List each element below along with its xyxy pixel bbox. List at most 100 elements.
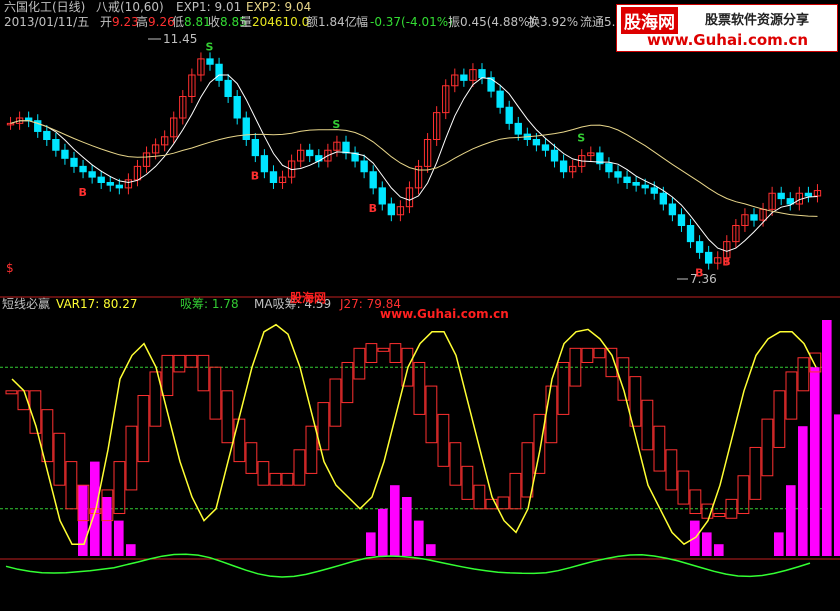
- ma-short-line: [10, 74, 818, 252]
- histogram-bar: [714, 544, 724, 556]
- candle-body: [251, 139, 260, 157]
- close-label: 收: [208, 15, 220, 29]
- candle-body: [206, 58, 214, 65]
- j27-box: [113, 461, 126, 515]
- j27-box: [749, 446, 762, 500]
- candle-body: [614, 171, 622, 178]
- buy-signal: B: [251, 170, 259, 183]
- histogram-bar: [126, 544, 136, 556]
- j27-box: [581, 347, 594, 363]
- j27-box: [5, 390, 18, 395]
- j27-box: [413, 361, 426, 415]
- j27-box: [329, 378, 342, 427]
- amplitude-value: 振0.45(4.88%): [448, 15, 534, 29]
- buy-signal: B: [79, 186, 87, 199]
- histogram-bar: [786, 485, 796, 556]
- j27-box: [797, 357, 810, 392]
- candle-body: [659, 192, 668, 205]
- candle-body: [61, 149, 69, 159]
- j27-box: [173, 354, 186, 373]
- j27-box: [461, 465, 474, 500]
- buy-signal: B: [722, 256, 730, 269]
- j27-box: [65, 461, 78, 510]
- candle-body: [677, 214, 686, 226]
- j27-box: [365, 343, 378, 363]
- j27-box: [437, 413, 450, 467]
- candle-body: [686, 225, 695, 243]
- exp1-value: EXP1: 9.01: [176, 0, 241, 14]
- bottom-oscillator: [5, 553, 811, 578]
- watermark-url: www.Guhai.com.cn: [380, 307, 509, 321]
- candle-body: [641, 184, 649, 189]
- dollar-marker: $: [6, 261, 14, 275]
- open-value: 9.23: [112, 15, 139, 29]
- quote-bar: 2013/01/11/五 开 9.23 高 9.26 低 8.81 收 8.85…: [4, 14, 623, 29]
- j27-box: [545, 385, 558, 444]
- histogram-bar: [810, 367, 820, 556]
- j27-box: [137, 395, 150, 463]
- j27-box: [245, 442, 258, 474]
- candle-body: [559, 160, 568, 173]
- histogram-bar: [426, 544, 436, 556]
- candle-body: [532, 139, 541, 146]
- histogram-bar: [402, 497, 412, 556]
- candle-body: [115, 184, 124, 189]
- open-label: 开: [100, 15, 112, 29]
- high-marker: 11.45: [163, 32, 197, 46]
- j27-box: [377, 347, 390, 352]
- indicator-panel: [0, 320, 840, 578]
- j27-box: [197, 354, 210, 392]
- candle-body: [541, 144, 550, 151]
- sell-signal: S: [332, 118, 340, 131]
- j27-box: [257, 461, 270, 486]
- histogram-bar: [834, 414, 840, 556]
- j27-box: [497, 496, 510, 510]
- j27-box: [281, 472, 294, 486]
- histogram-bar: [390, 485, 400, 556]
- ma-long-line: [10, 120, 818, 217]
- turnover-value: 换3.92%: [528, 15, 578, 29]
- j27-box: [425, 385, 438, 444]
- site-logo: 股海网 股票软件资源分享 www.Guhai.com.cn: [616, 4, 838, 52]
- j27-box: [269, 472, 282, 486]
- candle-body: [496, 90, 504, 108]
- histogram-bar: [702, 532, 712, 556]
- candle-body: [650, 187, 658, 194]
- candle-body: [704, 251, 713, 264]
- low-label: 低: [172, 15, 184, 29]
- candle-body: [52, 139, 60, 151]
- histogram-bar: [774, 532, 784, 556]
- lower-panel-name: 短线必赢: [2, 296, 50, 311]
- candle-body: [668, 203, 677, 216]
- candle-body: [43, 130, 51, 140]
- window-title: 六国化工(日线): [4, 0, 85, 14]
- j27-box: [689, 489, 702, 515]
- amount-label: 额: [306, 15, 318, 29]
- exp2-value: EXP2: 9.04: [246, 0, 311, 14]
- j27-box: [221, 390, 234, 444]
- high-value: 9.26: [148, 15, 175, 29]
- low-marker: 7.36: [690, 272, 717, 286]
- candle-body: [70, 157, 78, 167]
- j27-box: [641, 399, 654, 451]
- candle-body: [632, 182, 640, 186]
- candle-body: [804, 192, 813, 197]
- candle-body: [360, 160, 368, 173]
- watermark-cn: 股海网: [290, 290, 326, 305]
- volume-label: 量: [240, 15, 252, 29]
- j27-box: [533, 413, 546, 474]
- stock-chart[interactable]: 六国化工(日线) 八戒(10,60) EXP1: 9.01 EXP2: 9.04…: [0, 0, 840, 611]
- j27-box: [713, 513, 726, 518]
- candle-body: [242, 117, 250, 140]
- histogram-bar: [822, 320, 832, 556]
- j27-box: [521, 442, 534, 498]
- candle-body: [79, 165, 87, 173]
- xichou-value: 吸筹: 1.78: [180, 297, 239, 311]
- j27-box: [677, 470, 690, 505]
- j27-box: [53, 432, 66, 486]
- candle-body: [106, 182, 114, 186]
- j27-box: [593, 347, 606, 359]
- buy-sell-signals: BBBBBSSS: [79, 40, 731, 279]
- lower-panel-legend: 短线必赢 VAR17: 80.27 吸筹: 1.78 MA吸筹: 4.59 J2…: [2, 296, 401, 311]
- high-label: 高: [136, 14, 148, 29]
